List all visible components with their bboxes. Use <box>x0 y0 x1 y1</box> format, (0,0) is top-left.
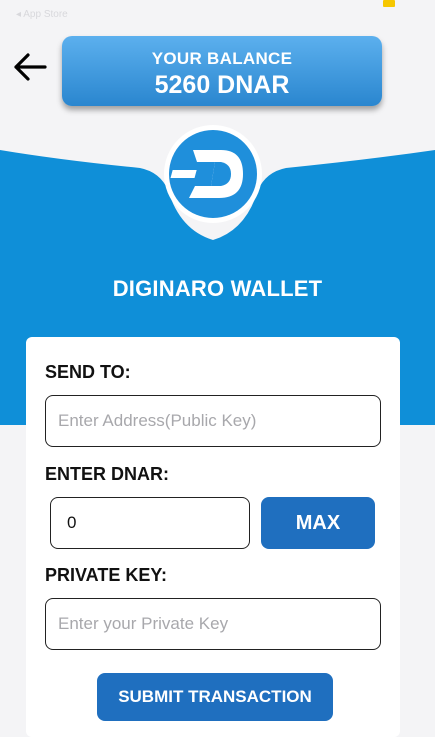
amount-input[interactable] <box>50 497 250 549</box>
send-to-label: SEND TO: <box>45 362 131 382</box>
send-form-card: SEND TO: ENTER DNAR: MAX PRIVATE KEY: SU… <box>26 337 400 737</box>
balance-label: YOUR BALANCE <box>151 49 293 68</box>
submit-transaction-button[interactable]: SUBMIT TRANSACTION <box>97 673 333 721</box>
balance-card: YOUR BALANCE 5260 DNAR <box>62 36 382 106</box>
amount-label: ENTER DNAR: <box>45 464 169 484</box>
private-key-input[interactable] <box>45 598 381 650</box>
diginaro-logo-icon <box>164 125 262 223</box>
app-store-back-link[interactable]: ◂ App Store <box>16 9 68 20</box>
balance-value: 5260 DNAR <box>154 71 290 99</box>
address-input[interactable] <box>45 395 381 447</box>
back-arrow-icon <box>14 53 47 81</box>
max-button[interactable]: MAX <box>261 497 375 549</box>
private-key-label: PRIVATE KEY: <box>45 565 168 585</box>
status-bar: ◂ App Store <box>0 0 435 24</box>
battery-icon <box>383 0 395 7</box>
back-button[interactable] <box>10 50 50 84</box>
wallet-title: DIGINARO WALLET <box>112 276 323 301</box>
